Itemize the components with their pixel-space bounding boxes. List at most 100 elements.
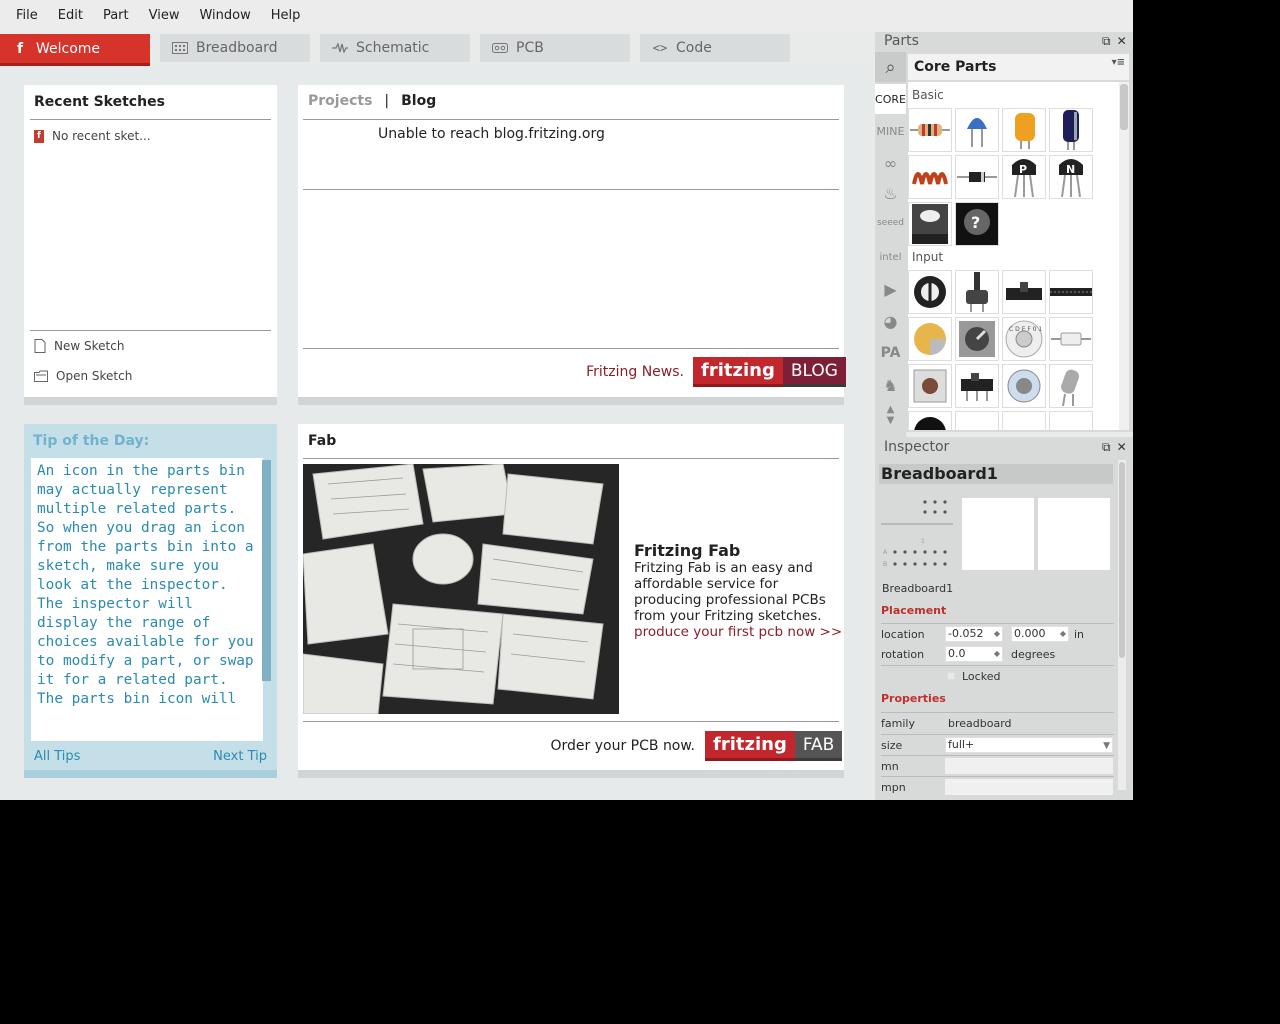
location-label: location: [881, 628, 925, 641]
part-icon[interactable]: [1049, 411, 1093, 430]
inspector-title[interactable]: Breadboard1: [879, 464, 1113, 484]
rotation-input[interactable]: 0.0 ◆: [945, 646, 1003, 662]
inspector-dock: Inspector ⧉ ✕ Breadboard1 1 A B Breadboa…: [875, 437, 1133, 800]
fritzing-fab-badge[interactable]: fritzing FAB: [705, 731, 843, 761]
arduino-bin-icon[interactable]: ∞: [875, 148, 906, 178]
fet-part-icon[interactable]: [908, 202, 952, 246]
bin-menu-icon[interactable]: ▾≡: [1112, 57, 1125, 68]
location-y-input[interactable]: 0.000 ◆: [1011, 626, 1069, 642]
svg-text:A: A: [883, 549, 888, 556]
bin-mine[interactable]: MINE: [875, 116, 906, 146]
section-input: Input: [912, 250, 944, 264]
sparkfun-bin-icon[interactable]: ♨: [875, 178, 906, 208]
fab-link[interactable]: produce your first pcb now >>: [634, 624, 842, 640]
thumbwheel-part-icon[interactable]: [908, 317, 952, 361]
tilt-sensor-part-icon[interactable]: [1049, 364, 1093, 408]
menu-edit[interactable]: Edit: [48, 0, 93, 32]
inspector-scrollbar[interactable]: [1118, 460, 1126, 790]
new-sketch-button[interactable]: New Sketch: [34, 339, 124, 353]
intel-bin-icon[interactable]: intel: [875, 242, 906, 272]
npn-transistor-part-icon[interactable]: N: [1049, 155, 1093, 199]
buzzer-part-icon[interactable]: [908, 411, 952, 430]
family-label: family: [881, 717, 915, 730]
all-tips-link[interactable]: All Tips: [34, 749, 80, 764]
sensor-strip-part-icon[interactable]: [1049, 270, 1093, 314]
close-icon[interactable]: ✕: [1117, 34, 1127, 49]
reed-switch-part-icon[interactable]: [1049, 317, 1093, 361]
menu-file[interactable]: File: [6, 0, 48, 32]
menu-view[interactable]: View: [139, 0, 190, 32]
mpn-field[interactable]: [945, 779, 1113, 795]
spin-arrows-icon[interactable]: ◆: [994, 647, 1000, 661]
snootlab-bin-icon[interactable]: ◕: [875, 306, 906, 336]
diode-part-icon[interactable]: [955, 155, 999, 199]
ceramic-capacitor-part-icon[interactable]: [955, 108, 999, 152]
inductor-part-icon[interactable]: [908, 155, 952, 199]
scrollbar-thumb[interactable]: [1119, 462, 1125, 658]
tab-breadboard[interactable]: Breadboard: [160, 34, 310, 62]
locked-checkbox[interactable]: [947, 672, 955, 680]
float-dock-icon[interactable]: ⧉: [1102, 440, 1111, 455]
rotary-encoder-part-icon[interactable]: [955, 317, 999, 361]
rotary-pot-part-icon[interactable]: [955, 270, 999, 314]
seeed-bin-icon[interactable]: seeed: [875, 208, 906, 238]
parts-dock-title: Parts: [884, 33, 919, 49]
welcome-view: Recent Sketches f No recent sket... New …: [0, 66, 870, 800]
recent-sketches-title: Recent Sketches: [34, 94, 165, 110]
part-icon[interactable]: [1002, 411, 1046, 430]
fritzing-news-link[interactable]: Fritzing News.: [586, 364, 684, 380]
chevron-down-icon[interactable]: ▼: [1103, 739, 1110, 753]
slide-switch-part-icon[interactable]: [955, 364, 999, 408]
next-tip-link[interactable]: Next Tip: [213, 749, 267, 764]
menu-part[interactable]: Part: [93, 0, 139, 32]
scroll-bins-icon[interactable]: ▲ ▼: [875, 400, 906, 430]
play-bin-icon[interactable]: ▶: [875, 274, 906, 304]
spin-arrows-icon[interactable]: ◆: [994, 627, 1000, 641]
tab-blog[interactable]: Blog: [401, 93, 436, 109]
toggle-switch-part-icon[interactable]: [1002, 364, 1046, 408]
bin-selector: CORE MINE ∞ ♨ seeed intel ▶ ◕ PA ♞ ▲ ▼: [875, 82, 906, 462]
part-icon[interactable]: [955, 411, 999, 430]
blog-error-message: Unable to reach blog.fritzing.org: [378, 126, 605, 142]
close-icon[interactable]: ✕: [1117, 440, 1127, 455]
order-pcb-link[interactable]: Order your PCB now.: [551, 738, 696, 754]
animal-bin-icon[interactable]: ♞: [875, 370, 906, 400]
open-folder-icon: [34, 370, 48, 382]
potentiometer-part-icon[interactable]: [908, 270, 952, 314]
size-select[interactable]: full+ ▼: [945, 737, 1113, 753]
location-x-input[interactable]: -0.052 ◆: [945, 626, 1003, 642]
slide-pot-part-icon[interactable]: [1002, 270, 1046, 314]
mn-field[interactable]: [945, 758, 1113, 774]
fritzing-blog-badge[interactable]: fritzing BLOG: [693, 357, 846, 387]
tip-scrollbar[interactable]: [262, 460, 271, 681]
float-dock-icon[interactable]: ⧉: [1102, 34, 1111, 49]
mystery-part-icon[interactable]: ?: [955, 202, 999, 246]
electrolytic-capacitor-part-icon[interactable]: [1049, 108, 1093, 152]
parts-scrollbar[interactable]: [1119, 82, 1129, 430]
tip-title: Tip of the Day:: [33, 433, 150, 449]
divider: [30, 119, 271, 120]
pcb-photo[interactable]: [303, 464, 619, 714]
search-icon[interactable]: ⌕: [875, 52, 906, 82]
pa-bin-icon[interactable]: PA: [875, 338, 906, 368]
resistor-part-icon[interactable]: [908, 108, 952, 152]
brand-fritzing: fritzing: [693, 357, 783, 387]
location-unit[interactable]: in: [1074, 628, 1084, 641]
tab-code[interactable]: <> Code: [640, 34, 790, 62]
tab-schematic[interactable]: Schematic: [320, 34, 470, 62]
spin-arrows-icon[interactable]: ◆: [1060, 627, 1066, 641]
tab-welcome[interactable]: f Welcome: [0, 34, 150, 66]
open-sketch-button[interactable]: Open Sketch: [34, 369, 132, 383]
tab-pcb[interactable]: PCB: [480, 34, 630, 62]
menu-help[interactable]: Help: [261, 0, 311, 32]
recent-sketch-item[interactable]: f No recent sket...: [34, 129, 151, 143]
pushbutton-part-icon[interactable]: [908, 364, 952, 408]
menu-window[interactable]: Window: [189, 0, 260, 32]
scrollbar-thumb[interactable]: [1120, 84, 1128, 130]
tantalum-capacitor-part-icon[interactable]: [1002, 108, 1046, 152]
bin-core[interactable]: CORE: [875, 84, 906, 114]
pnp-transistor-part-icon[interactable]: P: [1002, 155, 1046, 199]
hex-dial-part-icon[interactable]: C D E F 0 1: [1002, 317, 1046, 361]
brand-fritzing: fritzing: [705, 731, 795, 761]
tab-projects[interactable]: Projects: [308, 93, 372, 109]
